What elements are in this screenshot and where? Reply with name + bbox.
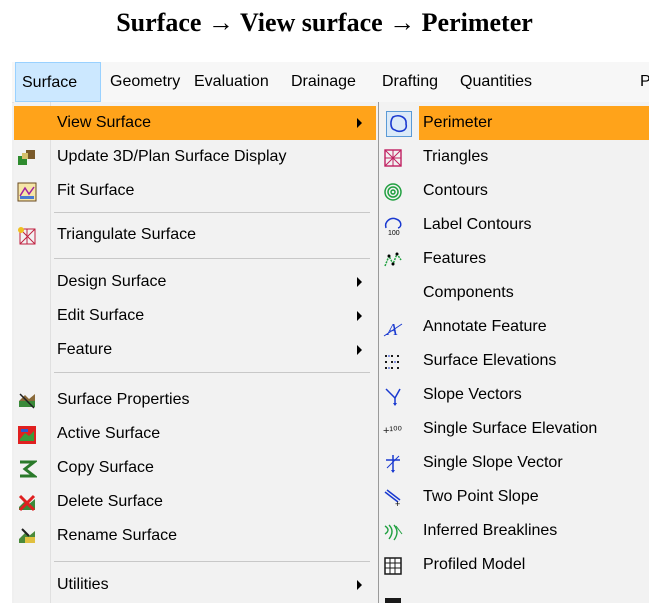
svg-text:A: A: [386, 320, 398, 338]
menubar-item-geometry[interactable]: Geometry: [110, 62, 180, 102]
menu-item-label-contours[interactable]: 100 Label Contours: [379, 208, 649, 242]
surface-elevations-icon: [383, 351, 403, 371]
contours-icon: [383, 181, 403, 201]
menu-item-fit-surface[interactable]: Fit Surface: [14, 174, 376, 208]
menu-item-view-surface[interactable]: View Surface: [14, 106, 376, 140]
triangles-icon: [383, 147, 403, 167]
menu-item-two-point-slope[interactable]: + Two Point Slope: [379, 480, 649, 514]
svg-text:100: 100: [388, 230, 400, 236]
label-contours-icon: 100: [383, 215, 403, 237]
menu-item-utilities[interactable]: Utilities: [14, 568, 376, 602]
menubar-item-quantities[interactable]: Quantities: [460, 62, 532, 102]
figure-caption: Surface → View surface → Perimeter: [116, 8, 533, 37]
svg-text:+: +: [395, 499, 400, 508]
menu-item-copy-surface[interactable]: Copy Surface: [14, 451, 376, 485]
menu-item-profiled-model[interactable]: Profiled Model: [379, 548, 649, 582]
copy-surface-icon: [17, 458, 39, 478]
grid-model-icon: [383, 595, 403, 603]
menu-item-perimeter[interactable]: Perimeter: [419, 106, 649, 140]
annotate-feature-icon: A: [383, 317, 403, 339]
features-icon: [383, 249, 403, 269]
menubar-item-evaluation[interactable]: Evaluation: [194, 62, 269, 102]
menu-item-rename-surface[interactable]: Rename Surface: [14, 519, 376, 553]
menu-item-design-surface[interactable]: Design Surface: [14, 265, 376, 299]
menubar-item-more[interactable]: P: [640, 62, 649, 102]
menu-separator: [54, 258, 370, 259]
menu-item-components[interactable]: Components: [379, 276, 649, 310]
fit-surface-icon: [17, 181, 37, 202]
menu-item-surface-properties[interactable]: Surface Properties: [14, 383, 376, 417]
menu-item-update-display[interactable]: Update 3D/Plan Surface Display: [14, 140, 376, 174]
menubar-item-surface[interactable]: Surface: [15, 62, 101, 102]
menu-item-features[interactable]: Features: [379, 242, 649, 276]
menu-separator: [54, 212, 370, 213]
menu-item-single-surface-elevation[interactable]: +¹⁰⁰ Single Surface Elevation: [379, 412, 649, 446]
application-window: Surface Geometry Evaluation Drainage Dra…: [12, 62, 649, 603]
menu-item-triangulate-surface[interactable]: Triangulate Surface: [14, 218, 376, 252]
menubar-item-drafting[interactable]: Drafting: [382, 62, 438, 102]
svg-text:+¹⁰⁰: +¹⁰⁰: [383, 425, 402, 437]
menu-item-partial-next[interactable]: [379, 588, 649, 603]
menubar-item-drainage[interactable]: Drainage: [291, 62, 356, 102]
menu-item-inferred-breaklines[interactable]: Inferred Breaklines: [379, 514, 649, 548]
menu-item-triangles[interactable]: Triangles: [379, 140, 649, 174]
menu-bar: Surface Geometry Evaluation Drainage Dra…: [12, 62, 649, 103]
menu-item-annotate-feature[interactable]: A Annotate Feature: [379, 310, 649, 344]
menu-item-feature[interactable]: Feature: [14, 333, 376, 367]
submenu-arrow-icon: [357, 311, 362, 321]
menu-separator: [54, 372, 370, 373]
menu-item-surface-elevations[interactable]: Surface Elevations: [379, 344, 649, 378]
submenu-arrow-icon: [357, 580, 362, 590]
delete-surface-icon: [17, 492, 37, 512]
active-surface-icon: [17, 424, 37, 444]
submenu-arrow-icon: [357, 345, 362, 355]
surface-menu: View Surface Update 3D/Plan Surface Disp…: [14, 102, 379, 603]
inferred-breaklines-icon: [383, 521, 403, 541]
menu-item-single-slope-vector[interactable]: Single Slope Vector: [379, 446, 649, 480]
profiled-model-icon: [383, 555, 403, 575]
menu-item-slope-vectors[interactable]: Slope Vectors: [379, 378, 649, 412]
perimeter-icon: [386, 111, 412, 137]
two-point-slope-icon: +: [383, 487, 403, 509]
menu-item-delete-surface[interactable]: Delete Surface: [14, 485, 376, 519]
submenu-arrow-icon: [357, 118, 362, 128]
slope-vectors-icon: [383, 385, 403, 406]
view-surface-submenu: Perimeter Triangles Contours 100 Label C…: [378, 102, 649, 603]
single-surface-elevation-icon: +¹⁰⁰: [383, 419, 409, 439]
triangulate-icon: [17, 225, 37, 245]
single-slope-vector-icon: [383, 453, 403, 473]
surface-properties-icon: [17, 390, 37, 410]
menu-item-contours[interactable]: Contours: [379, 174, 649, 208]
update-display-icon: [17, 147, 37, 167]
menu-item-active-surface[interactable]: Active Surface: [14, 417, 376, 451]
menu-separator: [54, 561, 370, 562]
menu-item-edit-surface[interactable]: Edit Surface: [14, 299, 376, 333]
rename-surface-icon: [17, 526, 37, 546]
submenu-arrow-icon: [357, 277, 362, 287]
